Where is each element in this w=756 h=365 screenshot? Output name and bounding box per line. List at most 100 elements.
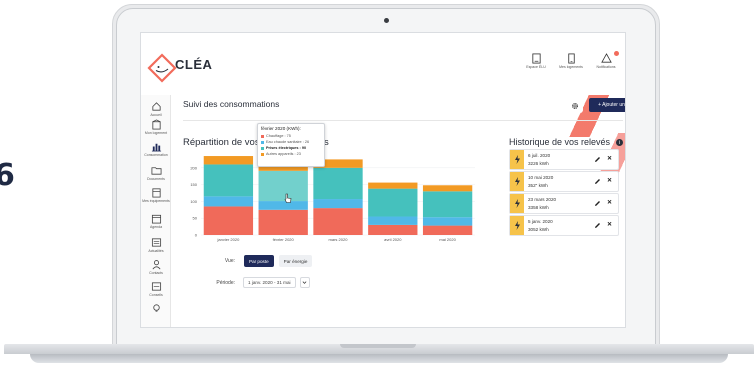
consumption-chart[interactable]: 0 50 100 150 200 janvier 2020 février 2020 mars… [179, 149, 479, 249]
y-tick-label: 150 [190, 182, 197, 187]
legend-swatch [261, 140, 264, 144]
bar-segment[interactable] [422, 185, 473, 192]
history-item[interactable]: 6 juil. 2020 3226 kWh ✕ [509, 149, 619, 170]
sidebar-item-actualites[interactable]: Actualités [141, 237, 171, 253]
sidebar-item-conseils[interactable]: Conseils [141, 281, 171, 297]
logo-text: CLÉA [175, 57, 213, 72]
tooltip-row-label: Chauffage : 75 [266, 134, 291, 138]
sidebar-label: Contacts [149, 271, 163, 275]
bar-segment[interactable] [422, 191, 473, 218]
sidebar-item-mon-logement[interactable]: Mon logement [141, 119, 171, 135]
period-selector: Période: 1 janv. 2020 - 31 mai [205, 277, 310, 288]
y-tick-label: 50 [193, 216, 198, 221]
sidebar-item-accueil[interactable]: Accueil [141, 101, 171, 117]
y-tick-label: 200 [190, 165, 197, 170]
bar-segment[interactable] [368, 224, 418, 235]
info-icon[interactable]: i [616, 139, 623, 146]
bar-segment[interactable] [203, 164, 254, 197]
x-tick-label: février 2020 [273, 237, 295, 242]
edit-icon[interactable] [594, 222, 601, 229]
bar-segment[interactable] [313, 199, 363, 209]
notifications-label: Notifications [596, 65, 616, 69]
page-header: Suivi des consommations + Ajouter un rel… [171, 95, 625, 137]
sidebar-item-documents[interactable]: Documents [141, 165, 171, 181]
divider [183, 120, 623, 121]
history-item[interactable]: 23 mars 2020 3358 kWh ✕ [509, 193, 619, 214]
building-icon [151, 119, 161, 130]
tips-icon [151, 282, 161, 291]
tooltip-row-label: Eau chaude sanitaire : 26 [266, 140, 310, 144]
app-screen: CLÉA Espace ÉLU Mes logements Notificati… [140, 32, 626, 328]
logo-icon[interactable] [147, 53, 177, 83]
sidebar-label: Documents [147, 177, 165, 181]
delete-icon[interactable]: ✕ [607, 221, 614, 228]
edit-icon[interactable] [594, 178, 601, 185]
calendar-icon [151, 214, 161, 224]
period-input[interactable]: 1 janv. 2020 - 31 mai [243, 277, 296, 288]
bar-segment[interactable] [422, 217, 473, 226]
tooltip-row-label: Prises électriques : 90 [266, 146, 307, 150]
sidebar-item-consommation[interactable]: Consommation [141, 141, 171, 157]
legend-swatch [261, 134, 264, 138]
history-date: 5 janv. 2020 [528, 219, 553, 224]
delete-icon[interactable]: ✕ [607, 177, 614, 184]
history-value: 3358 kWh [528, 205, 549, 210]
person-icon [152, 260, 160, 270]
tooltip-row: Autres appareils : 23 [261, 151, 321, 157]
espace-elu-button[interactable]: Espace ÉLU [523, 53, 549, 69]
mes-logements-button[interactable]: Mes logements [558, 53, 584, 69]
edit-icon[interactable] [594, 200, 601, 207]
x-tick-label: avril 2020 [384, 237, 402, 242]
sidebar-label: Agenda [149, 225, 163, 229]
history-date: 6 juil. 2020 [528, 153, 551, 158]
sidebar-label: Actualités [148, 249, 164, 253]
bar-segment[interactable] [258, 209, 308, 235]
sidebar-label: Accueil [150, 113, 162, 117]
sidebar-item-more[interactable] [141, 303, 171, 314]
sidebar-item-equipements[interactable]: Mes équipements [141, 187, 171, 203]
chevron-down-icon [302, 281, 307, 284]
period-dropdown-button[interactable] [299, 277, 310, 288]
bar-chart-icon [151, 143, 161, 152]
bar-segment[interactable] [203, 156, 254, 165]
delete-icon[interactable]: ✕ [607, 199, 614, 206]
sidebar-label: Conseils [149, 293, 163, 297]
history-item[interactable]: 10 mai 2020 352" kWh ✕ [509, 171, 619, 192]
folder-icon [151, 167, 161, 175]
chart-tooltip: février 2020 (KWh): Chauffage : 75 Eau c… [257, 123, 325, 167]
gear-icon [572, 103, 578, 109]
bar-segment[interactable] [313, 208, 363, 235]
history-list: 6 juil. 2020 3226 kWh ✕ 10 mai 2020 352"… [509, 149, 619, 237]
bar-segment[interactable] [313, 167, 363, 200]
y-tick-label: 100 [190, 199, 197, 204]
bar-segment[interactable] [368, 216, 418, 225]
x-tick-label: mars 2020 [329, 237, 349, 242]
history-item[interactable]: 5 janv. 2020 3052 kWh ✕ [509, 215, 619, 236]
bar-segment[interactable] [422, 225, 473, 235]
edge-glyph: 6 [0, 158, 15, 193]
lightning-icon [510, 150, 524, 169]
bar-segment[interactable] [203, 196, 254, 207]
edit-icon[interactable] [594, 156, 601, 163]
history-date: 23 mars 2020 [528, 197, 557, 202]
sidebar-label: Mes équipements [142, 199, 170, 203]
add-reading-button[interactable]: + Ajouter un relevé [589, 98, 625, 112]
bar-segment[interactable] [368, 188, 418, 217]
history-value: 3226 kWh [528, 161, 549, 166]
lightning-icon [510, 194, 524, 213]
legend-swatch [261, 146, 264, 150]
bar-segment[interactable] [368, 182, 418, 189]
view-option-par-poste[interactable]: Par poste [244, 255, 274, 267]
delete-icon[interactable]: ✕ [607, 155, 614, 162]
y-tick-label: 0 [195, 233, 198, 238]
view-option-par-energie[interactable]: Par énergie [278, 255, 313, 267]
appliance-icon [151, 188, 161, 198]
settings-button[interactable] [567, 99, 583, 113]
news-icon [151, 238, 161, 247]
bar-segment[interactable] [203, 206, 254, 235]
sidebar-item-contacts[interactable]: Contacts [141, 259, 171, 275]
history-title: Historique de vos relevés [509, 137, 611, 147]
sidebar-item-agenda[interactable]: Agenda [141, 213, 171, 229]
sidebar: Accueil Mon logement Consommation Docume… [141, 95, 171, 327]
home-icon [151, 102, 161, 111]
